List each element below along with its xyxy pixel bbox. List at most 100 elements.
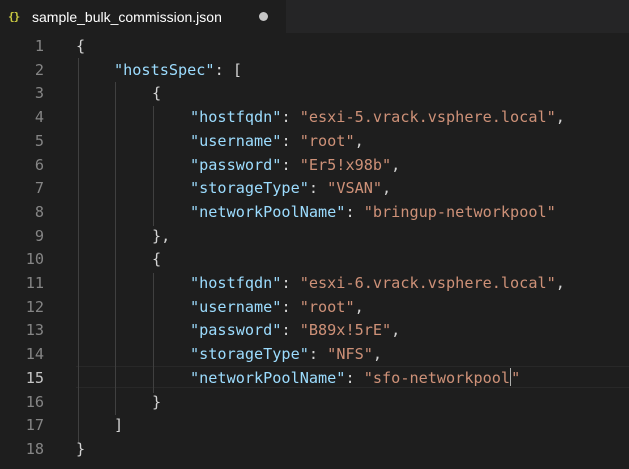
code-text: { [152, 82, 161, 106]
json-key: "storageType" [190, 179, 309, 198]
json-punctuation: : [281, 274, 300, 292]
code-text: } [152, 391, 161, 415]
code-line[interactable]: 4 "hostfqdn": "esxi-5.vrack.vsphere.local… [0, 106, 629, 130]
code-line[interactable]: 14 "storageType": "NFS", [0, 343, 629, 367]
code-text: "username": "root", [190, 296, 364, 320]
code-line[interactable]: 1{ [0, 35, 629, 59]
json-punctuation: : [345, 202, 364, 221]
json-punctuation: : [345, 368, 364, 387]
json-string: "VSAN" [327, 179, 383, 198]
code-text: { [152, 248, 161, 272]
code-text: "hostsSpec": [ [114, 59, 242, 83]
json-punctuation: , [354, 297, 364, 316]
code-text: "password": "Er5!x98b", [190, 154, 400, 178]
line-number: 14 [25, 345, 44, 364]
json-key: "networkPoolName" [190, 202, 346, 221]
code-line[interactable]: 9}, [0, 225, 629, 249]
line-number: 6 [34, 155, 44, 174]
line-number: 10 [25, 250, 44, 269]
tab-bar: {} sample_bulk_commission.json [0, 0, 629, 33]
json-string: " [511, 368, 521, 387]
json-key: "username" [190, 297, 282, 316]
line-number: 15 [25, 368, 44, 387]
line-number: 13 [25, 321, 44, 340]
code-text: "username": "root", [190, 130, 364, 154]
editor-window: {} sample_bulk_commission.json 1{2 "hosts… [0, 0, 629, 469]
code-line[interactable]: 7 "storageType": "VSAN", [0, 177, 629, 201]
code-line[interactable]: 15 "networkPoolName": "sfo-networkpool" [0, 367, 629, 391]
json-punctuation: : [281, 155, 300, 174]
code-line[interactable]: 5 "username": "root", [0, 130, 629, 154]
line-number: 17 [25, 416, 44, 435]
json-punctuation: , [354, 131, 364, 150]
code-line[interactable]: 18} [0, 438, 629, 462]
line-number: 16 [25, 392, 44, 411]
code-text: } [76, 438, 85, 462]
json-punctuation: : [281, 131, 300, 150]
json-punctuation: } [76, 439, 86, 458]
json-string: "root" [299, 297, 355, 316]
json-key: "username" [190, 131, 282, 150]
code-text: "networkPoolName": "bringup-networkpool" [190, 201, 556, 225]
json-string: "esxi-5.vrack.vsphere.local" [299, 108, 556, 127]
line-number: 3 [34, 84, 44, 103]
json-string: "root" [299, 131, 355, 150]
code-line[interactable]: 12 "username": "root", [0, 296, 629, 320]
json-punctuation: , [391, 321, 401, 340]
json-key: "networkPoolName" [190, 368, 346, 387]
code-line[interactable]: 11 "hostfqdn": "esxi-6.vrack.vsphere.loca… [0, 272, 629, 296]
line-number: 9 [34, 226, 44, 245]
unsaved-dot-icon[interactable] [259, 12, 268, 21]
code-text: ] [114, 414, 123, 438]
code-text: "hostfqdn": "esxi-6.vrack.vsphere.local"… [190, 272, 565, 296]
json-punctuation: , [391, 155, 401, 174]
json-string: "bringup-networkpool" [363, 202, 556, 221]
line-number: 11 [25, 274, 44, 292]
code-text: }, [152, 225, 170, 249]
line-number: 1 [34, 37, 44, 55]
json-punctuation: { [152, 250, 162, 269]
json-punctuation: } [152, 392, 162, 411]
code-line[interactable]: 6 "password": "Er5!x98b", [0, 154, 629, 178]
json-key: "storageType" [190, 345, 309, 364]
json-key: "hostfqdn" [190, 108, 282, 127]
json-key: "password" [190, 155, 282, 174]
line-number: 5 [34, 131, 44, 150]
json-string: "esxi-6.vrack.vsphere.local" [299, 274, 556, 292]
json-punctuation: , [372, 345, 383, 364]
json-file-icon: {} [8, 10, 20, 23]
code-line[interactable]: 10 { [0, 248, 629, 272]
line-number: 8 [34, 202, 44, 221]
json-punctuation: ] [114, 416, 124, 435]
line-number: 18 [25, 439, 44, 458]
json-string: "NFS" [327, 345, 373, 364]
line-number: 2 [34, 60, 44, 79]
code-text: "storageType": "NFS", [190, 343, 382, 367]
code-line[interactable]: 3{ [0, 82, 629, 106]
json-punctuation: : [308, 179, 328, 198]
code-editor[interactable]: 1{2 "hostsSpec": [3{4 "hostfqdn": "esxi-5.… [0, 33, 629, 469]
json-punctuation: : [281, 321, 300, 340]
editor-tab[interactable]: {} sample_bulk_commission.json [0, 0, 286, 33]
json-punctuation: : [281, 297, 300, 316]
json-punctuation: , [555, 274, 565, 292]
json-punctuation: { [152, 84, 162, 103]
json-key: "hostfqdn" [190, 274, 282, 292]
line-number: 7 [34, 179, 44, 198]
code-line[interactable]: 16} [0, 391, 629, 415]
code-line[interactable]: 8 "networkPoolName": "bringup-networkpool… [0, 201, 629, 225]
json-string: "Er5!x98b" [299, 155, 392, 174]
json-punctuation: , [555, 108, 565, 127]
line-number: 12 [25, 297, 44, 316]
json-punctuation: { [76, 37, 86, 55]
json-punctuation: : [281, 108, 300, 127]
code-line[interactable]: 17] [0, 414, 629, 438]
json-punctuation: : [ [214, 60, 243, 79]
tab-title: sample_bulk_commission.json [32, 8, 222, 25]
code-line[interactable]: 13 "password": "B89x!5rE", [0, 319, 629, 343]
json-punctuation: : [308, 345, 328, 364]
json-key: "hostsSpec" [114, 60, 215, 79]
code-line[interactable]: 2 "hostsSpec": [ [0, 59, 629, 83]
json-punctuation: }, [152, 226, 171, 245]
json-key: "password" [190, 321, 282, 340]
